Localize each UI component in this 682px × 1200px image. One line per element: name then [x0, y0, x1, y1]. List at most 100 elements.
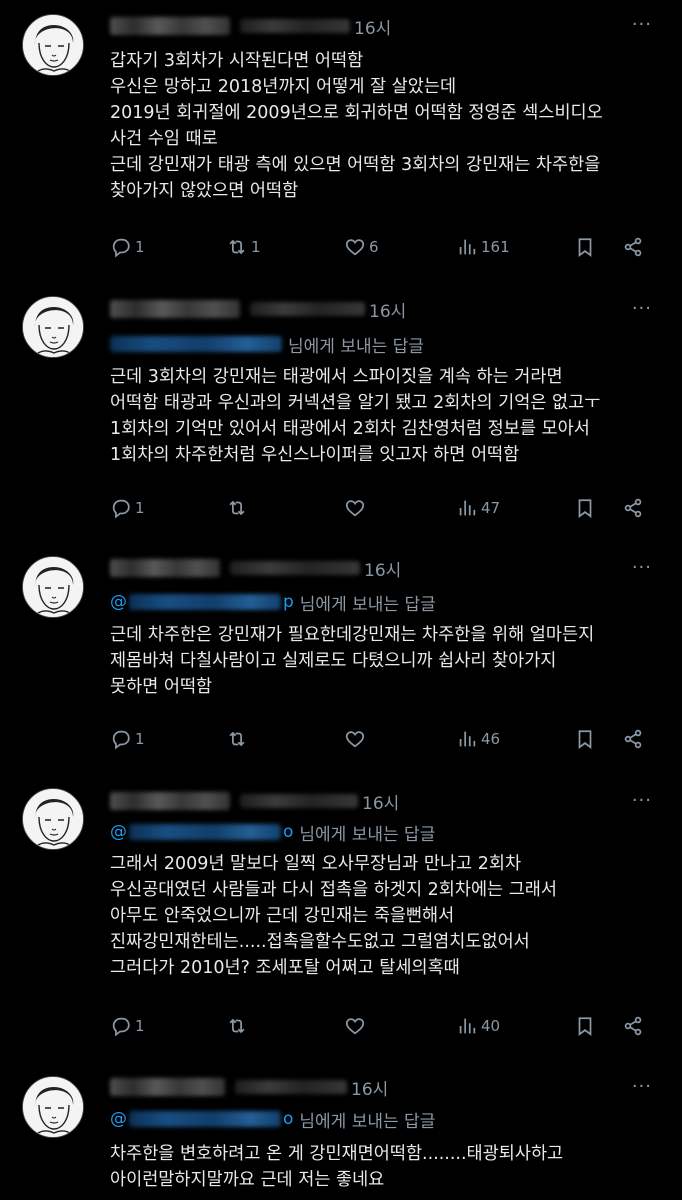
action-bar: 1 46: [110, 726, 655, 752]
share-button[interactable]: [622, 234, 644, 260]
more-icon[interactable]: ···: [632, 298, 652, 319]
like-button[interactable]: 6: [344, 234, 379, 260]
author-handle-redacted: [240, 794, 358, 808]
tweet[interactable]: 16시 ··· 님에게 보내는 답글 근데 3회차의 강민재는 태광에서 스파이…: [0, 280, 682, 536]
tweet[interactable]: 16시 ··· @ o 님에게 보내는 답글 차주한을 변호하려고 온 게 강민…: [0, 1064, 682, 1200]
more-icon[interactable]: ···: [632, 1076, 652, 1097]
tweet-text: 근데 3회차의 강민재는 태광에서 스파이짓을 계속 하는 거라면 어떡함 태광…: [110, 364, 670, 468]
tweet[interactable]: 16시 ··· 갑자기 3회차가 시작된다면 어떡함 우신은 망하고 2018년…: [0, 0, 682, 270]
timestamp[interactable]: 16시: [364, 556, 401, 581]
more-icon[interactable]: ···: [632, 790, 652, 811]
tweet-text: 그래서 2009년 말보다 일찍 오사무장님과 만나고 2회차 우신공대였던 사…: [110, 851, 670, 981]
more-icon[interactable]: ···: [632, 14, 652, 35]
reply-icon: [112, 499, 130, 519]
heart-icon: [345, 239, 365, 256]
tweet-text-line: 그래서 2009년 말보다 일찍 오사무장님과 만나고 2회차: [110, 854, 522, 874]
like-button[interactable]: [344, 495, 366, 521]
avatar[interactable]: [22, 1076, 84, 1138]
reply-context: 님에게 보내는 답글: [110, 332, 424, 357]
mention-at: @: [110, 592, 127, 612]
timestamp[interactable]: 16시: [362, 789, 399, 814]
tweet[interactable]: 16시 ··· @ p 님에게 보내는 답글 근데 차주한은 강민재가 필요한데…: [0, 548, 682, 772]
like-button[interactable]: [344, 1013, 366, 1039]
tweet-text-line: 그러다가 2010년? 조세포탈 어쩌고 탈세의혹때: [110, 958, 460, 978]
mention-link-redacted[interactable]: [129, 824, 281, 840]
more-icon[interactable]: ···: [632, 557, 652, 578]
share-button[interactable]: [622, 495, 644, 521]
tweet-text-line: 찾아가지 않았으면 어떡함: [110, 181, 299, 201]
heart-icon: [345, 500, 365, 517]
share-icon: [624, 729, 642, 749]
tweet-text-line: 근데 3회차의 강민재는 태광에서 스파이짓을 계속 하는 거라면: [110, 367, 563, 387]
tweet-text-line: 진짜강민재한테는.....접촉을할수도없고 그럴염치도없어서: [110, 932, 530, 952]
avatar[interactable]: [22, 296, 84, 358]
tweet-text-line: 2019년 회귀절에 2009년으로 회귀하면 어떡함 정영준 섹스비디오: [110, 103, 603, 123]
heart-icon: [345, 731, 365, 748]
reply-context: @ o 님에게 보내는 답글: [110, 820, 435, 845]
tweet-text-line: 아이런말하지말까요 근데 저는 좋네요: [110, 1170, 385, 1190]
author-name-redacted: [110, 559, 220, 577]
author-handle-redacted: [235, 1080, 347, 1094]
avatar[interactable]: [22, 556, 84, 618]
avatar[interactable]: [22, 14, 84, 76]
like-button[interactable]: [344, 726, 366, 752]
repost-button[interactable]: [226, 495, 248, 521]
bookmark-icon: [578, 238, 592, 257]
tweet-text: 갑자기 3회차가 시작된다면 어떡함 우신은 망하고 2018년까지 어떻게 잘…: [110, 48, 670, 204]
tweet-text-line: 근데 차주한은 강민재가 필요한데강민재는 차주한을 위해 얼마든지: [110, 625, 595, 645]
tweet-text-line: 우신공대였던 사람들과 다시 접촉을 하겟지 2회차에는 그래서: [110, 880, 558, 900]
repost-button[interactable]: 1: [226, 234, 261, 260]
mention-link-redacted[interactable]: [129, 1111, 281, 1127]
bookmark-button[interactable]: [574, 234, 596, 260]
repost-icon: [229, 500, 245, 516]
bookmark-button[interactable]: [574, 726, 596, 752]
tweet-text-line: 아무도 안죽었으니까 근데 강민재는 죽을뻔해서: [110, 906, 455, 926]
mention-link-redacted[interactable]: [129, 594, 281, 610]
tweet-text-line: 우신은 망하고 2018년까지 어떻게 잘 살았는데: [110, 77, 457, 97]
mention-at: @: [110, 822, 127, 842]
tweet-text-line: 차주한을 변호하려고 온 게 강민재면어떡함........태광퇴사하고: [110, 1144, 564, 1164]
bookmark-button[interactable]: [574, 495, 596, 521]
views-button[interactable]: 161: [456, 234, 510, 260]
share-icon: [624, 237, 642, 257]
views-icon: [459, 500, 476, 516]
views-button[interactable]: 40: [456, 1013, 500, 1039]
views-icon: [459, 731, 476, 747]
timestamp[interactable]: 16시: [351, 1075, 388, 1100]
timestamp[interactable]: 16시: [369, 297, 406, 322]
avatar-illustration-icon: [23, 557, 83, 617]
tweet-text-line: 못하면 어떡함: [110, 677, 213, 697]
timestamp[interactable]: 16시: [354, 14, 391, 39]
repost-button[interactable]: [226, 726, 248, 752]
reply-button[interactable]: 1: [110, 234, 145, 260]
reply-button[interactable]: 1: [110, 726, 145, 752]
author-handle-redacted: [230, 561, 360, 575]
reply-button[interactable]: 1: [110, 495, 145, 521]
avatar-illustration-icon: [23, 297, 83, 357]
views-count: 161: [481, 238, 510, 256]
tweet-text-line: 갑자기 3회차가 시작된다면 어떡함: [110, 51, 364, 71]
mention-link-redacted[interactable]: [110, 336, 282, 352]
heart-icon: [345, 1018, 365, 1035]
tweet-text: 차주한을 변호하려고 온 게 강민재면어떡함........태광퇴사하고 아이런…: [110, 1141, 670, 1193]
share-button[interactable]: [622, 1013, 644, 1039]
tweet-header: 16시: [110, 1074, 388, 1100]
reply-button[interactable]: 1: [110, 1013, 145, 1039]
reply-icon: [112, 730, 130, 750]
views-button[interactable]: 46: [456, 726, 500, 752]
repost-count: 1: [251, 238, 261, 256]
views-count: 47: [481, 499, 501, 517]
avatar[interactable]: [22, 788, 84, 850]
views-button[interactable]: 47: [456, 495, 500, 521]
reply-count: 1: [135, 499, 145, 517]
bookmark-button[interactable]: [574, 1013, 596, 1039]
tweet[interactable]: 16시 ··· @ o 님에게 보내는 답글 그래서 2009년 말보다 일찍 …: [0, 780, 682, 1050]
tweet-text-line: 어떡함 태광과 우신과의 커넥션을 알기 됐고 2회차의 기억은 없고ㅜ: [110, 393, 601, 413]
tweet-header: 16시: [110, 555, 401, 581]
reply-context: @ o 님에게 보내는 답글: [110, 1107, 435, 1132]
mention-tail: p: [283, 592, 294, 612]
share-button[interactable]: [622, 726, 644, 752]
repost-button[interactable]: [226, 1013, 248, 1039]
reply-count: 1: [135, 238, 145, 256]
author-handle-redacted: [240, 19, 350, 33]
